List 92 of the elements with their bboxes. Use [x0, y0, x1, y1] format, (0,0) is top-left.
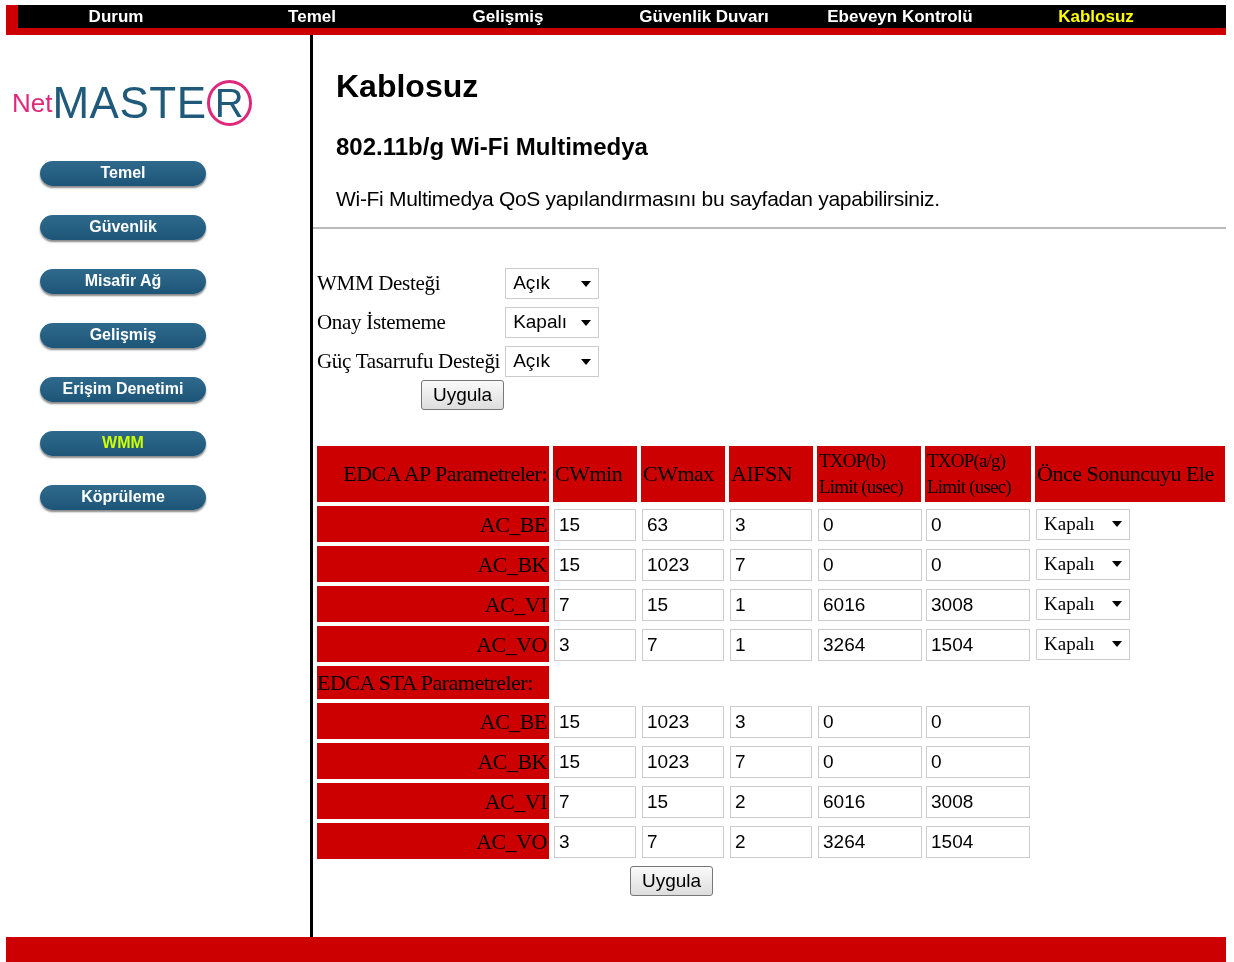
- nav-tab[interactable]: Temel: [214, 5, 410, 28]
- dropdown-select[interactable]: Kapalı: [505, 307, 600, 338]
- column-header: AIFSN: [729, 446, 813, 502]
- input-field[interactable]: 2: [730, 826, 812, 858]
- input-field[interactable]: 3: [730, 509, 812, 541]
- input-field[interactable]: 0: [818, 509, 922, 541]
- caret-icon: [581, 280, 592, 287]
- row-label: AC_VO: [317, 823, 549, 859]
- section-heading: 802.11b/g Wi-Fi Multimedya: [336, 132, 649, 162]
- row-label: AC_VI: [317, 586, 549, 622]
- input-field[interactable]: 0: [818, 746, 922, 778]
- caret-icon: [581, 358, 592, 365]
- input-field[interactable]: 7: [642, 629, 724, 661]
- row-label: AC_BK: [317, 743, 549, 779]
- nav-tab[interactable]: Durum: [18, 5, 214, 28]
- nav-tab[interactable]: Ebeveyn Kontrolü: [802, 5, 998, 28]
- page-title: Kablosuz: [336, 67, 480, 105]
- sidebar-button[interactable]: Güvenlik: [40, 215, 206, 240]
- caret-icon: [1112, 521, 1122, 527]
- input-field[interactable]: 7: [642, 826, 724, 858]
- dropdown-select[interactable]: Açık: [505, 346, 600, 377]
- input-field[interactable]: 0: [926, 509, 1030, 541]
- input-field[interactable]: 3008: [926, 786, 1030, 818]
- row-label: AC_BE: [317, 703, 549, 739]
- input-field[interactable]: 0: [926, 746, 1030, 778]
- dropdown-select[interactable]: Kapalı: [1036, 548, 1130, 580]
- caret-icon: [1112, 601, 1122, 607]
- input-field[interactable]: 1023: [642, 549, 724, 581]
- input-field[interactable]: 6016: [818, 589, 922, 621]
- dropdown-select[interactable]: Kapalı: [1036, 628, 1130, 660]
- logo: NetMASTE R: [12, 77, 252, 129]
- apply-button[interactable]: Uygula: [629, 866, 714, 896]
- row-label: AC_BE: [317, 506, 549, 542]
- dropdown-select[interactable]: Kapalı: [1036, 508, 1130, 540]
- input-field[interactable]: 7: [554, 589, 636, 621]
- description-text: Wi-Fi Multimedya QoS yapılandırmasını bu sayfadan yapabilirsiniz.: [336, 186, 941, 212]
- column-header: CWmin: [553, 446, 637, 502]
- input-field[interactable]: 6016: [818, 786, 922, 818]
- caret-icon: [1112, 641, 1122, 647]
- input-field[interactable]: 7: [730, 746, 812, 778]
- sidebar-button[interactable]: Gelişmiş: [40, 323, 206, 348]
- row-label: AC_VO: [317, 626, 549, 662]
- input-field[interactable]: 15: [554, 549, 636, 581]
- input-field[interactable]: 1023: [642, 746, 724, 778]
- input-field[interactable]: 7: [554, 786, 636, 818]
- input-field[interactable]: 2: [730, 786, 812, 818]
- input-field[interactable]: 3: [554, 629, 636, 661]
- column-header: Önce Sonuncuyu Ele: [1035, 446, 1225, 502]
- input-field[interactable]: 1504: [926, 826, 1030, 858]
- input-field[interactable]: 3008: [926, 589, 1030, 621]
- setting-label: WMM Desteği: [317, 269, 442, 297]
- dropdown-select[interactable]: Kapalı: [1036, 588, 1130, 620]
- input-field[interactable]: 0: [818, 706, 922, 738]
- input-field[interactable]: 0: [818, 549, 922, 581]
- sidebar-button[interactable]: Misafir Ağ: [40, 269, 206, 294]
- sidebar-button[interactable]: Erişim Denetimi: [40, 377, 206, 402]
- input-field[interactable]: 3264: [818, 629, 922, 661]
- input-field[interactable]: 1: [730, 589, 812, 621]
- input-field[interactable]: 7: [730, 549, 812, 581]
- sidebar-button[interactable]: Temel: [40, 161, 206, 186]
- setting-label: Güç Tasarrufu Desteği: [317, 347, 502, 375]
- column-header: EDCA AP Parametreler:: [317, 446, 549, 502]
- dropdown-select[interactable]: Açık: [505, 268, 600, 299]
- input-field[interactable]: 0: [926, 706, 1030, 738]
- input-field[interactable]: 15: [642, 589, 724, 621]
- input-field[interactable]: 3264: [818, 826, 922, 858]
- input-field[interactable]: 1504: [926, 629, 1030, 661]
- input-field[interactable]: 3: [554, 826, 636, 858]
- setting-label: Onay İstememe: [317, 308, 447, 336]
- caret-icon: [581, 319, 592, 326]
- nav-tab[interactable]: Gelişmiş: [410, 5, 606, 28]
- sidebar-button[interactable]: Köprüleme: [40, 485, 206, 510]
- input-field[interactable]: 1: [730, 629, 812, 661]
- caret-icon: [1112, 561, 1122, 567]
- row-label: AC_VI: [317, 783, 549, 819]
- column-header: CWmax: [641, 446, 725, 502]
- sidebar-button[interactable]: WMM: [40, 431, 206, 456]
- input-field[interactable]: 15: [554, 509, 636, 541]
- nav-tab[interactable]: Kablosuz: [998, 5, 1194, 28]
- input-field[interactable]: 63: [642, 509, 724, 541]
- column-header: TXOP(b) Limit (usec): [817, 446, 921, 502]
- input-field[interactable]: 3: [730, 706, 812, 738]
- input-field[interactable]: 0: [926, 549, 1030, 581]
- input-field[interactable]: 1023: [642, 706, 724, 738]
- section-label: EDCA STA Parametreler:: [317, 666, 549, 699]
- input-field[interactable]: 15: [554, 706, 636, 738]
- column-header: TXOP(a/g) Limit (usec): [925, 446, 1031, 502]
- input-field[interactable]: 15: [554, 746, 636, 778]
- row-label: AC_BK: [317, 546, 549, 582]
- apply-button[interactable]: Uygula: [421, 380, 505, 410]
- input-field[interactable]: 15: [642, 786, 724, 818]
- nav-tab[interactable]: Güvenlik Duvarı: [606, 5, 802, 28]
